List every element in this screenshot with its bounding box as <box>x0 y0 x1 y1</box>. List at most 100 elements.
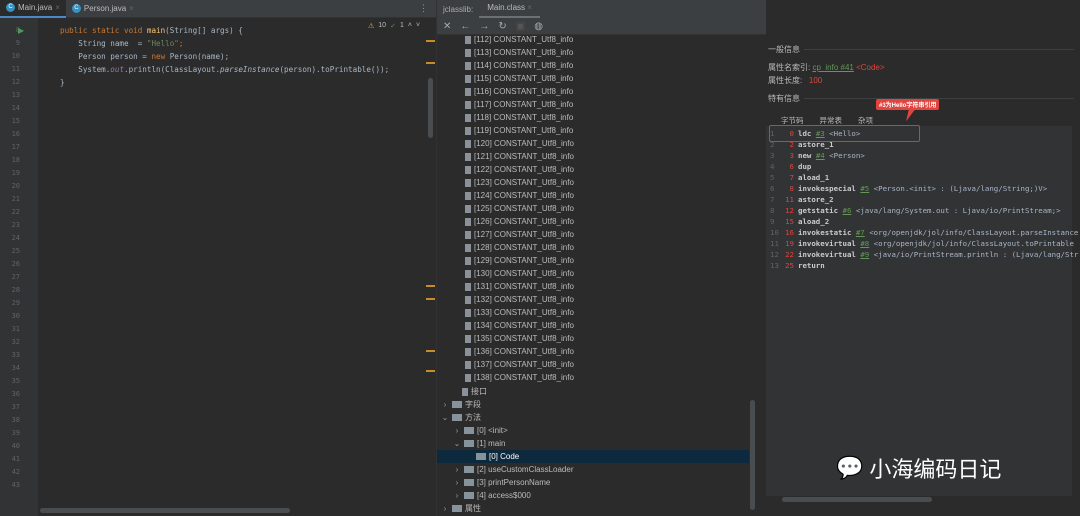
bytecode-line[interactable]: 4 6 dup <box>770 162 811 171</box>
constant-ref-link[interactable]: #6 <box>843 206 852 215</box>
tree-item[interactable]: ⌄ 方法 <box>441 411 481 424</box>
line-number: 10 <box>11 52 20 60</box>
tree-item[interactable]: [137] CONSTANT_Utf8_info <box>465 358 574 371</box>
run-icon[interactable]: ▶ <box>18 26 24 35</box>
tree-item[interactable]: › 字段 <box>441 398 481 411</box>
close-icon[interactable]: × <box>527 3 532 12</box>
bytecode-line[interactable]: 5 7 aload_1 <box>770 173 829 182</box>
tab-main-java[interactable]: C Main.java × <box>0 0 66 18</box>
tree-item[interactable]: › [4] access$000 <box>453 489 531 502</box>
bytecode-op: invokespecial <box>798 184 856 193</box>
more-icon[interactable]: ⋮ <box>419 3 436 14</box>
tree-item[interactable]: [130] CONSTANT_Utf8_info <box>465 267 574 280</box>
chevron-right-icon[interactable]: › <box>441 400 449 409</box>
next-icon[interactable]: ˅ <box>416 22 420 30</box>
tree-item[interactable]: [123] CONSTANT_Utf8_info <box>465 176 574 189</box>
back-icon[interactable]: ← <box>460 21 470 32</box>
close-icon[interactable]: ✕ <box>443 21 451 32</box>
refresh-icon[interactable]: ↻ <box>498 21 506 32</box>
tree-item[interactable]: [121] CONSTANT_Utf8_info <box>465 150 574 163</box>
warning-marker[interactable] <box>426 370 435 372</box>
inspection-widget[interactable]: ⚠ 10 ✓ 1 ˄ ˅ <box>368 22 420 30</box>
bytecode-line[interactable]: 13 25 return <box>770 261 825 270</box>
constant-ref-link[interactable]: #7 <box>856 228 865 237</box>
tree-item[interactable]: › [3] printPersonName <box>453 476 551 489</box>
chevron-right-icon[interactable]: › <box>453 426 461 435</box>
warning-marker[interactable] <box>426 298 435 300</box>
bytecode-line[interactable]: 11 19 invokevirtual #8 <org/openjdk/jol/in… <box>770 239 1074 248</box>
tree-item[interactable]: [118] CONSTANT_Utf8_info <box>465 111 573 124</box>
tree-item[interactable]: [119] CONSTANT_Utf8_info <box>465 124 573 137</box>
browser-icon[interactable]: ◍ <box>534 21 543 32</box>
bytecode-n: 8 <box>770 206 775 215</box>
tree-item[interactable]: [134] CONSTANT_Utf8_info <box>465 319 574 332</box>
tree-item[interactable]: [138] CONSTANT_Utf8_info <box>465 371 574 384</box>
constant-ref-link[interactable]: #9 <box>860 250 869 259</box>
chevron-down-icon[interactable]: ⌄ <box>441 413 449 422</box>
bytecode-line[interactable]: 9 15 aload_2 <box>770 217 829 226</box>
bytecode-arg: <java/io/PrintStream.println : (Ljava/la… <box>873 250 1079 259</box>
tree-item[interactable]: [128] CONSTANT_Utf8_info <box>465 241 574 254</box>
bytecode-o: 22 <box>785 250 794 259</box>
tree-item[interactable]: ⌄ [1] main <box>453 437 506 450</box>
tree-scrollbar[interactable] <box>750 400 755 510</box>
horizontal-scrollbar[interactable] <box>40 508 290 513</box>
chevron-down-icon[interactable]: ⌄ <box>453 439 461 448</box>
tree-item[interactable]: [116] CONSTANT_Utf8_info <box>465 85 573 98</box>
tree-item[interactable]: › [2] useCustomClassLoader <box>453 463 574 476</box>
warning-marker[interactable] <box>426 285 435 287</box>
tree-item[interactable]: › [0] <init> <box>453 424 508 437</box>
constant-ref-link[interactable]: #4 <box>816 151 825 160</box>
tree-item[interactable]: [136] CONSTANT_Utf8_info <box>465 345 574 358</box>
name-index-link[interactable]: cp_info #41 <box>812 63 853 72</box>
prev-icon[interactable]: ˄ <box>408 22 412 30</box>
tree-item[interactable]: [0] Code <box>437 450 749 463</box>
bytecode-line[interactable]: 3 3 new #4 <Person> <box>770 151 865 160</box>
file-icon <box>465 230 471 239</box>
line-number: 21 <box>11 195 20 203</box>
chevron-right-icon[interactable]: › <box>441 504 449 513</box>
vertical-scrollbar[interactable] <box>428 78 433 138</box>
chevron-right-icon[interactable]: › <box>453 465 461 474</box>
close-icon[interactable]: × <box>129 4 134 13</box>
tree-item[interactable]: [125] CONSTANT_Utf8_info <box>465 202 574 215</box>
tree-item[interactable]: [124] CONSTANT_Utf8_info <box>465 189 574 202</box>
tree-item[interactable]: 接口 <box>451 385 487 398</box>
tree-item[interactable]: [115] CONSTANT_Utf8_info <box>465 72 573 85</box>
constant-ref-link[interactable]: #8 <box>860 239 869 248</box>
save-icon[interactable]: ▣ <box>516 21 525 32</box>
tree-item[interactable]: [112] CONSTANT_Utf8_info <box>465 33 573 46</box>
chevron-right-icon[interactable]: › <box>453 491 461 500</box>
bytecode-line[interactable]: 8 12 getstatic #6 <java/lang/System.out : … <box>770 206 1061 215</box>
bytecode-line[interactable]: 6 8 invokespecial #5 <Person.<init> : (Lja… <box>770 184 1047 193</box>
tree-item[interactable]: [122] CONSTANT_Utf8_info <box>465 163 574 176</box>
tab-person-java[interactable]: C Person.java × <box>66 0 140 18</box>
bytecode-line[interactable]: 10 16 invokestatic #7 <org/openjdk/jol/inf… <box>770 228 1078 237</box>
tree-item[interactable]: › 属性 <box>441 502 481 515</box>
tree-item[interactable]: [120] CONSTANT_Utf8_info <box>465 137 574 150</box>
bytecode-line[interactable]: 7 11 astore_2 <box>770 195 834 204</box>
tree-item[interactable]: [131] CONSTANT_Utf8_info <box>465 280 574 293</box>
tree-item[interactable]: [129] CONSTANT_Utf8_info <box>465 254 574 267</box>
tree-item[interactable]: [114] CONSTANT_Utf8_info <box>465 59 573 72</box>
horizontal-scrollbar[interactable] <box>782 497 932 502</box>
tree-item[interactable]: [126] CONSTANT_Utf8_info <box>465 215 574 228</box>
tree-item[interactable]: [132] CONSTANT_Utf8_info <box>465 293 574 306</box>
tree-item[interactable]: [127] CONSTANT_Utf8_info <box>465 228 574 241</box>
tree-item[interactable]: [135] CONSTANT_Utf8_info <box>465 332 574 345</box>
length-row: 属性长度: 100 <box>768 75 822 86</box>
tree-item[interactable]: [113] CONSTANT_Utf8_info <box>465 46 573 59</box>
warning-marker[interactable] <box>426 350 435 352</box>
warning-marker[interactable] <box>426 62 435 64</box>
chevron-right-icon[interactable]: › <box>453 478 461 487</box>
tree-item[interactable]: [117] CONSTANT_Utf8_info <box>465 98 573 111</box>
tree-item-label: [117] CONSTANT_Utf8_info <box>474 100 574 109</box>
code-editor[interactable]: C Main.java × C Person.java × ⋮ 8 9 10 11 12 13 14… <box>0 0 436 516</box>
close-icon[interactable]: × <box>55 3 60 12</box>
bytecode-line[interactable]: 12 22 invokevirtual #9 <java/io/PrintStrea… <box>770 250 1078 259</box>
constant-ref-link[interactable]: #5 <box>860 184 869 193</box>
tab-main-class[interactable]: Main.class × <box>479 0 540 18</box>
forward-icon[interactable]: → <box>479 21 489 32</box>
warning-marker[interactable] <box>426 40 435 42</box>
tree-item[interactable]: [133] CONSTANT_Utf8_info <box>465 306 574 319</box>
